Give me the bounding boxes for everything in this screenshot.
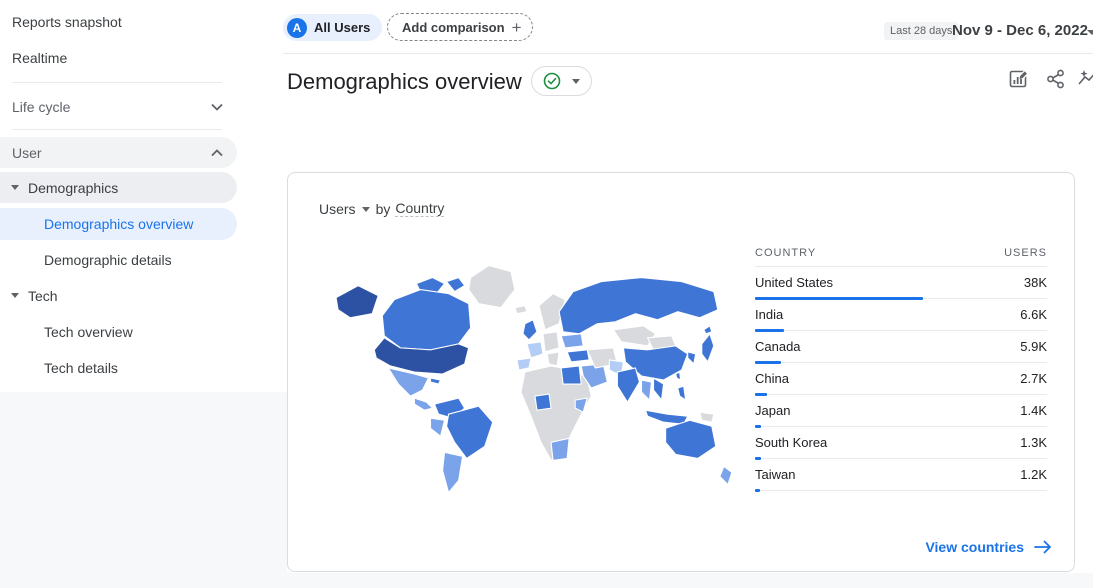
table-row[interactable]: India 6.6K — [755, 299, 1047, 331]
country-name: United States — [755, 275, 833, 290]
dimension-selector[interactable]: Country — [395, 200, 444, 217]
sidebar-item-tech[interactable]: Tech — [0, 280, 237, 311]
date-range-picker[interactable]: Nov 9 - Dec 6, 2022 — [952, 22, 1088, 39]
view-countries-link[interactable]: View countries — [925, 539, 1052, 555]
country-name: Canada — [755, 339, 801, 354]
view-countries-label: View countries — [925, 539, 1024, 555]
add-comparison-label: Add comparison — [402, 20, 505, 35]
by-label: by — [376, 201, 391, 217]
country-name: China — [755, 371, 789, 386]
sidebar-item-label: Demographics — [28, 180, 118, 196]
table-row[interactable]: United States 38K — [755, 267, 1047, 299]
column-header-users: USERS — [1004, 247, 1047, 259]
metric-dropdown[interactable]: Users — [319, 201, 376, 217]
arrow-right-icon — [1034, 540, 1052, 554]
sidebar-item-demographics[interactable]: Demographics — [0, 172, 237, 203]
sidebar-item-demographics-overview[interactable]: Demographics overview — [0, 208, 237, 240]
sidebar-item-user[interactable]: User — [0, 137, 237, 168]
segment-label: All Users — [314, 20, 370, 35]
all-users-segment-chip[interactable]: A All Users — [283, 14, 382, 41]
table-row[interactable]: China 2.7K — [755, 363, 1047, 395]
table-row[interactable]: Japan 1.4K — [755, 395, 1047, 427]
table-row[interactable]: Taiwan 1.2K — [755, 459, 1047, 491]
users-by-country-card: Users by Country — [287, 172, 1075, 572]
sidebar-item-label: Tech overview — [44, 324, 133, 340]
page-background — [270, 573, 1093, 588]
table-row[interactable]: South Korea 1.3K — [755, 427, 1047, 459]
sidebar-item-label: Tech — [28, 288, 58, 304]
chevron-down-icon — [211, 103, 223, 111]
country-name: India — [755, 307, 783, 322]
sidebar-item-life-cycle[interactable]: Life cycle — [0, 91, 237, 122]
sidebar-item-realtime[interactable]: Realtime — [12, 50, 67, 66]
card-header: Users by Country — [319, 200, 444, 217]
divider — [283, 53, 1093, 54]
check-circle-icon — [543, 72, 561, 90]
customize-report-icon[interactable] — [1008, 68, 1030, 90]
users-value: 6.6K — [1020, 307, 1047, 322]
expand-triangle-icon — [11, 185, 19, 190]
sidebar-item-reports-snapshot[interactable]: Reports snapshot — [12, 14, 122, 30]
users-value: 2.7K — [1020, 371, 1047, 386]
reports-sidebar: Reports snapshot Realtime Life cycle Use… — [0, 0, 260, 392]
date-range-caret-icon[interactable] — [1087, 30, 1093, 35]
users-bar — [755, 489, 760, 492]
column-header-country: COUNTRY — [755, 247, 816, 259]
country-name: Japan — [755, 403, 790, 418]
metric-label: Users — [319, 201, 356, 217]
chevron-down-icon — [572, 79, 580, 84]
sidebar-item-demographic-details[interactable]: Demographic details — [0, 244, 237, 276]
expand-triangle-icon — [11, 293, 19, 298]
plus-icon: + — [512, 19, 522, 36]
country-table-header: COUNTRY USERS — [755, 239, 1047, 267]
chevron-down-icon — [362, 207, 370, 212]
sidebar-item-tech-overview[interactable]: Tech overview — [0, 316, 237, 348]
divider — [12, 82, 222, 83]
sidebar-item-label: Life cycle — [12, 99, 70, 115]
sidebar-item-label: Demographics overview — [44, 216, 193, 232]
page-background — [0, 392, 287, 588]
country-name: Taiwan — [755, 467, 795, 482]
share-icon[interactable] — [1045, 68, 1067, 90]
table-row[interactable]: Canada 5.9K — [755, 331, 1047, 363]
users-value: 1.3K — [1020, 435, 1047, 450]
insights-icon[interactable] — [1078, 68, 1093, 90]
chevron-up-icon — [211, 149, 223, 157]
report-status-dropdown[interactable] — [531, 66, 592, 96]
users-value: 5.9K — [1020, 339, 1047, 354]
sidebar-item-label: Tech details — [44, 360, 118, 376]
country-name: South Korea — [755, 435, 827, 450]
sidebar-item-tech-details[interactable]: Tech details — [0, 352, 237, 384]
add-comparison-button[interactable]: Add comparison + — [387, 13, 533, 41]
users-value: 38K — [1024, 275, 1047, 290]
world-map[interactable] — [328, 253, 750, 495]
users-value: 1.4K — [1020, 403, 1047, 418]
country-table: COUNTRY USERS United States 38K India 6.6K C… — [755, 239, 1047, 491]
page-title: Demographics overview — [287, 69, 522, 95]
users-value: 1.2K — [1020, 467, 1047, 482]
date-range-preset-badge: Last 28 days — [884, 22, 958, 40]
divider — [12, 129, 222, 130]
segment-avatar: A — [287, 18, 307, 38]
sidebar-item-label: Demographic details — [44, 252, 172, 268]
sidebar-item-label: User — [12, 145, 42, 161]
country-table-rows: United States 38K India 6.6K Canada 5.9K China… — [755, 267, 1047, 491]
